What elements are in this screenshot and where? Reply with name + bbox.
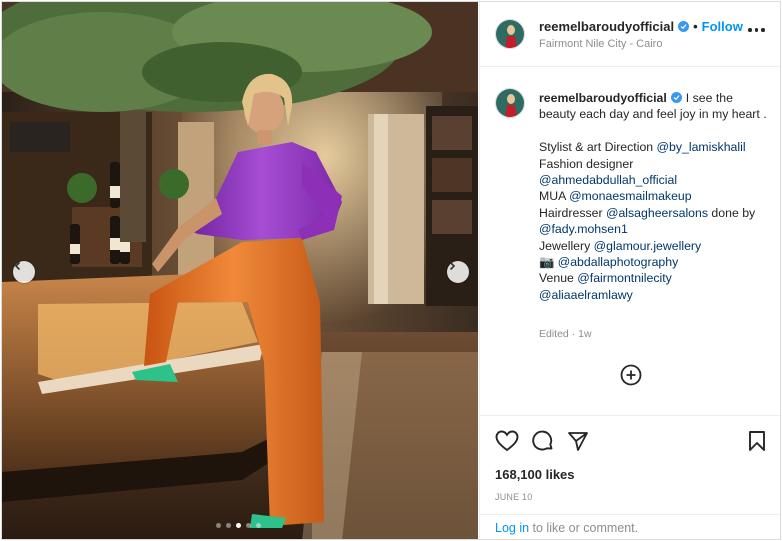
likes-count[interactable]: 168,100 likes bbox=[495, 467, 575, 482]
caption-avatar[interactable] bbox=[495, 88, 525, 118]
chevron-right-icon bbox=[449, 261, 456, 271]
caption-label: done by bbox=[708, 205, 756, 220]
mention-link[interactable]: @abdallaphotography bbox=[558, 255, 679, 269]
login-prompt-text: to like or comment. bbox=[529, 521, 639, 535]
mention-link[interactable]: @ahmedabdullah_official bbox=[539, 173, 677, 187]
carousel-dot bbox=[216, 523, 221, 528]
caption-line: Hairdresser @alsagheersalons done by bbox=[539, 205, 771, 221]
caption-line: Venue @fairmontnilecity bbox=[539, 270, 771, 286]
next-slide-button[interactable] bbox=[447, 261, 469, 283]
chevron-left-icon bbox=[14, 261, 21, 271]
caption-label: Fashion designer bbox=[539, 156, 634, 171]
follow-separator: • bbox=[693, 19, 698, 34]
caption-line bbox=[539, 123, 771, 139]
follow-button[interactable]: Follow bbox=[702, 19, 743, 34]
caption-line: reemelbaroudyofficial I see the beauty ea… bbox=[539, 90, 771, 123]
caption-username[interactable]: reemelbaroudyofficial bbox=[539, 91, 667, 105]
previous-slide-button[interactable] bbox=[13, 261, 35, 283]
comment-icon[interactable] bbox=[532, 430, 554, 457]
caption-label: MUA bbox=[539, 189, 570, 204]
post-details-panel: reemelbaroudyofficial • Follow Fairmont Ni… bbox=[479, 2, 780, 539]
mention-link[interactable]: @monaesmailmakeup bbox=[569, 189, 692, 203]
action-bar: 168,100 likes JUNE 10 Log in to like or … bbox=[480, 415, 780, 539]
carousel-dot bbox=[246, 523, 251, 528]
mention-link[interactable]: @by_lamiskhalil bbox=[657, 140, 746, 154]
caption-line: Fashion designer bbox=[539, 156, 771, 172]
bookmark-icon[interactable] bbox=[748, 430, 766, 457]
caption-label: Stylist & art Direction bbox=[539, 140, 657, 155]
username-text[interactable]: reemelbaroudyofficial bbox=[539, 19, 674, 34]
mention-link[interactable]: @fairmontnilecity bbox=[577, 271, 672, 285]
edited-age: 1w bbox=[578, 328, 592, 340]
mention-link[interactable]: @fady.mohsen1 bbox=[539, 222, 628, 236]
post-photo[interactable] bbox=[2, 2, 478, 539]
caption-line: Stylist & art Direction @by_lamiskhalil bbox=[539, 139, 771, 155]
instagram-post-window: reemelbaroudyofficial • Follow Fairmont Ni… bbox=[1, 1, 781, 540]
login-prompt: Log in to like or comment. bbox=[480, 514, 780, 539]
avatar-image bbox=[496, 89, 524, 117]
post-header: reemelbaroudyofficial • Follow Fairmont Ni… bbox=[480, 2, 780, 67]
caption-line: Jewellery @glamour.jewellery bbox=[539, 238, 771, 254]
caption-text: reemelbaroudyofficial I see the beauty ea… bbox=[539, 90, 771, 303]
caption-line: @ahmedabdullah_official bbox=[539, 172, 771, 188]
photo-illustration bbox=[2, 2, 478, 539]
verified-badge-icon bbox=[678, 21, 690, 32]
mention-link[interactable]: @aliaaelramlawy bbox=[539, 288, 633, 302]
mention-link[interactable]: @glamour.jewellery bbox=[594, 239, 701, 253]
heart-icon[interactable] bbox=[495, 430, 519, 457]
edited-label: Edited bbox=[539, 328, 569, 340]
caption-label: Hairdresser bbox=[539, 205, 606, 220]
caption-line: 📷 @abdallaphotography bbox=[539, 254, 771, 270]
caption-label: Jewellery bbox=[539, 238, 594, 253]
mention-link[interactable]: @alsagheersalons bbox=[606, 206, 708, 220]
plus-circle-icon[interactable] bbox=[620, 364, 642, 391]
edited-meta: Edited · 1w bbox=[539, 328, 592, 340]
carousel-indicator bbox=[216, 523, 261, 528]
carousel-dot bbox=[236, 523, 241, 528]
caption-section: reemelbaroudyofficial I see the beauty ea… bbox=[480, 68, 780, 418]
header-username[interactable]: reemelbaroudyofficial • Follow bbox=[539, 19, 743, 34]
carousel-dot bbox=[226, 523, 231, 528]
avatar-image bbox=[496, 20, 524, 48]
caption-label: Venue bbox=[539, 271, 578, 286]
verified-badge-icon bbox=[670, 92, 682, 103]
post-date: JUNE 10 bbox=[495, 492, 533, 502]
caption-line: @aliaaelramlawy bbox=[539, 287, 771, 303]
more-horizontal-icon[interactable] bbox=[748, 28, 765, 32]
login-link[interactable]: Log in bbox=[495, 521, 529, 535]
caption-label: 📷 bbox=[539, 255, 558, 270]
caption-line: MUA @monaesmailmakeup bbox=[539, 188, 771, 204]
share-icon[interactable] bbox=[567, 430, 589, 457]
caption-line: @fady.mohsen1 bbox=[539, 221, 771, 237]
carousel-dot bbox=[256, 523, 261, 528]
location-link[interactable]: Fairmont Nile City - Cairo bbox=[539, 38, 662, 50]
avatar[interactable] bbox=[495, 19, 525, 49]
